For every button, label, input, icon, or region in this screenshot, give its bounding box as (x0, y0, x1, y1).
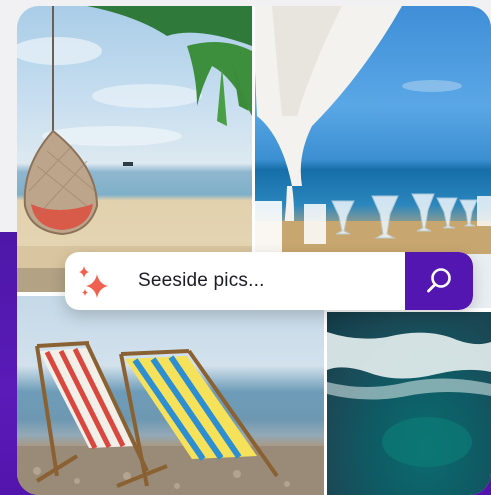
search-icon (427, 268, 451, 293)
hanging-chair-illustration (17, 6, 252, 292)
beach-cabana-image[interactable] (252, 6, 491, 254)
search-input[interactable]: Seeside pics... (138, 270, 265, 292)
image-collage (17, 6, 491, 495)
collage-divider (324, 296, 327, 495)
search-button[interactable] (405, 252, 473, 310)
deck-chairs-illustration (17, 341, 327, 495)
beach-deck-chairs-image[interactable] (17, 296, 327, 495)
ocean-waves-illustration (327, 332, 491, 467)
hanging-chair-beach-image[interactable] (17, 6, 252, 292)
sparkle-icon (79, 266, 108, 298)
page: Seeside pics... (0, 0, 491, 495)
cabana-illustration (252, 6, 491, 254)
search-bar[interactable]: Seeside pics... (65, 252, 473, 310)
collage-divider (252, 6, 255, 254)
aerial-ocean-image[interactable] (327, 312, 491, 495)
